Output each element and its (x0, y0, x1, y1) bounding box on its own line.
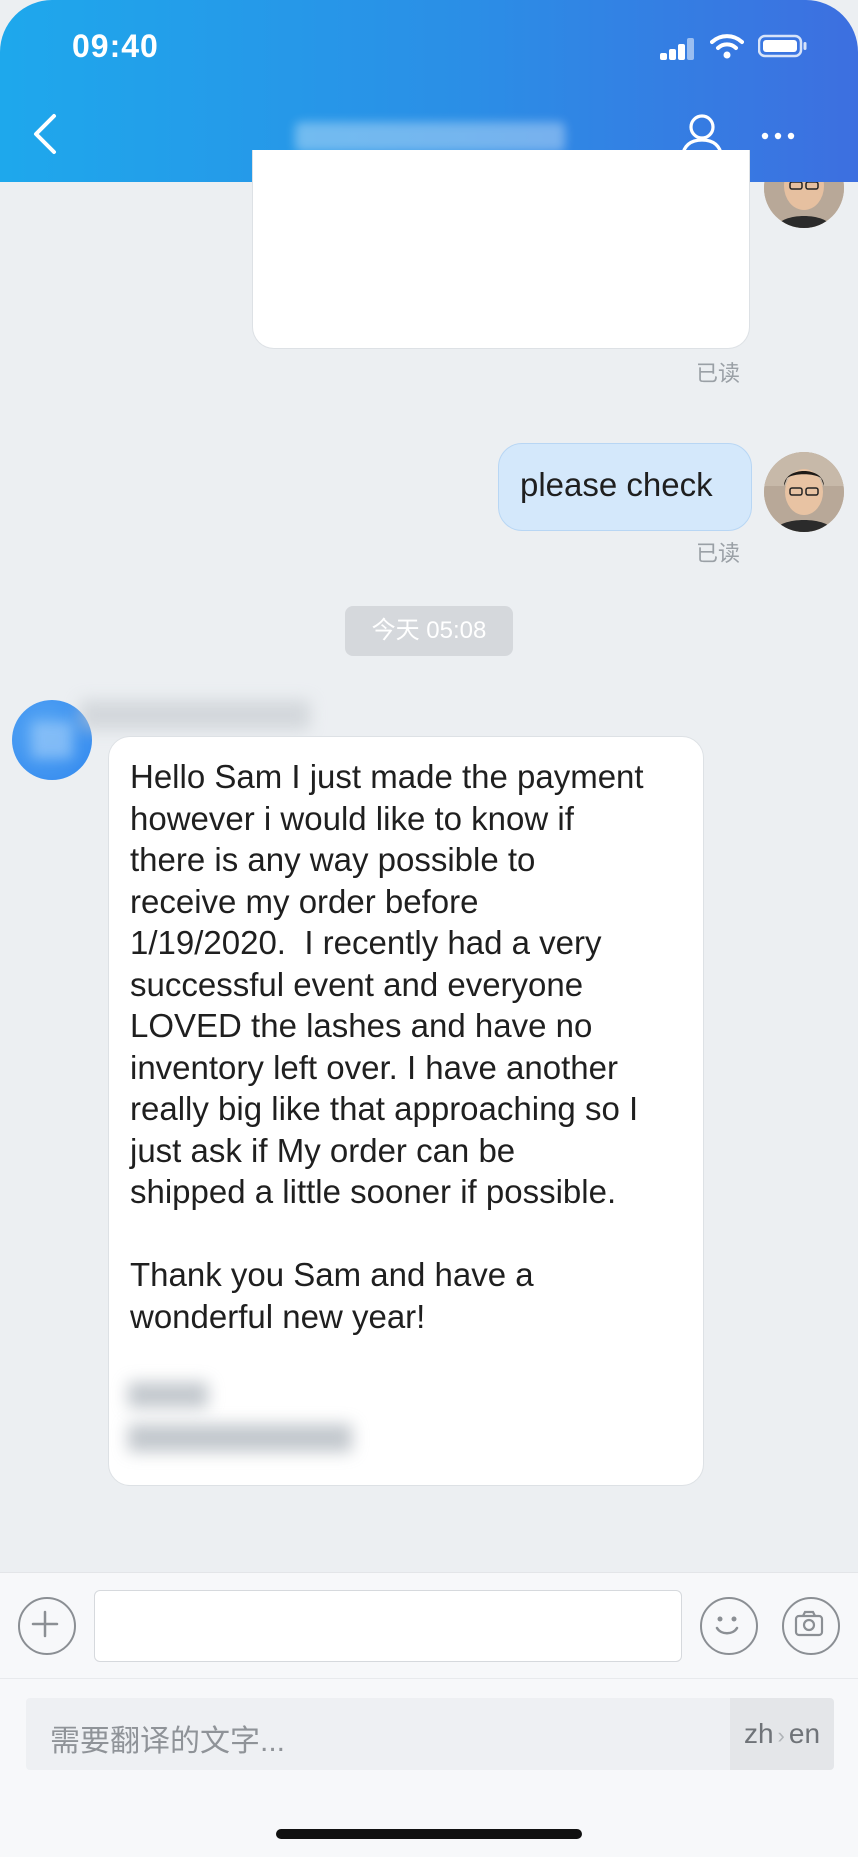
plus-icon[interactable] (18, 1597, 76, 1655)
message-card[interactable] (252, 150, 750, 349)
message-input-bar (0, 1572, 858, 1679)
chevron-left-icon[interactable] (30, 112, 60, 156)
smiley-icon[interactable] (700, 1597, 758, 1655)
read-status: 已读 (696, 361, 741, 386)
target-language: en (788, 1718, 821, 1749)
my-avatar[interactable] (764, 452, 844, 532)
read-status: 已读 (696, 541, 741, 566)
contact-name-blurred (295, 122, 565, 152)
signature-blurred (128, 1424, 352, 1452)
wifi-icon (710, 34, 744, 59)
chevron-right-icon: › (777, 1723, 785, 1748)
more-dots-icon[interactable] (760, 126, 796, 146)
camera-icon[interactable] (782, 1597, 840, 1655)
signal-icon (660, 38, 696, 60)
status-time: 09:40 (72, 28, 159, 64)
translate-placeholder: 需要翻译的文字... (50, 1725, 286, 1758)
translate-bar: 需要翻译的文字... zh › en (0, 1678, 858, 1857)
contact-name-blurred (80, 700, 310, 730)
message-text: Hello Sam I just made the payment howeve… (130, 758, 644, 1335)
timestamp-divider: 今天 05:08 (345, 606, 513, 656)
message-input[interactable] (94, 1590, 682, 1662)
home-indicator[interactable] (276, 1829, 582, 1839)
source-language: zh (743, 1718, 774, 1749)
language-switch[interactable]: zh › en (730, 1698, 834, 1770)
translate-input[interactable]: 需要翻译的文字... (26, 1698, 730, 1770)
signature-blurred (128, 1382, 208, 1408)
message-text: please check (520, 466, 713, 503)
battery-icon (758, 34, 807, 58)
